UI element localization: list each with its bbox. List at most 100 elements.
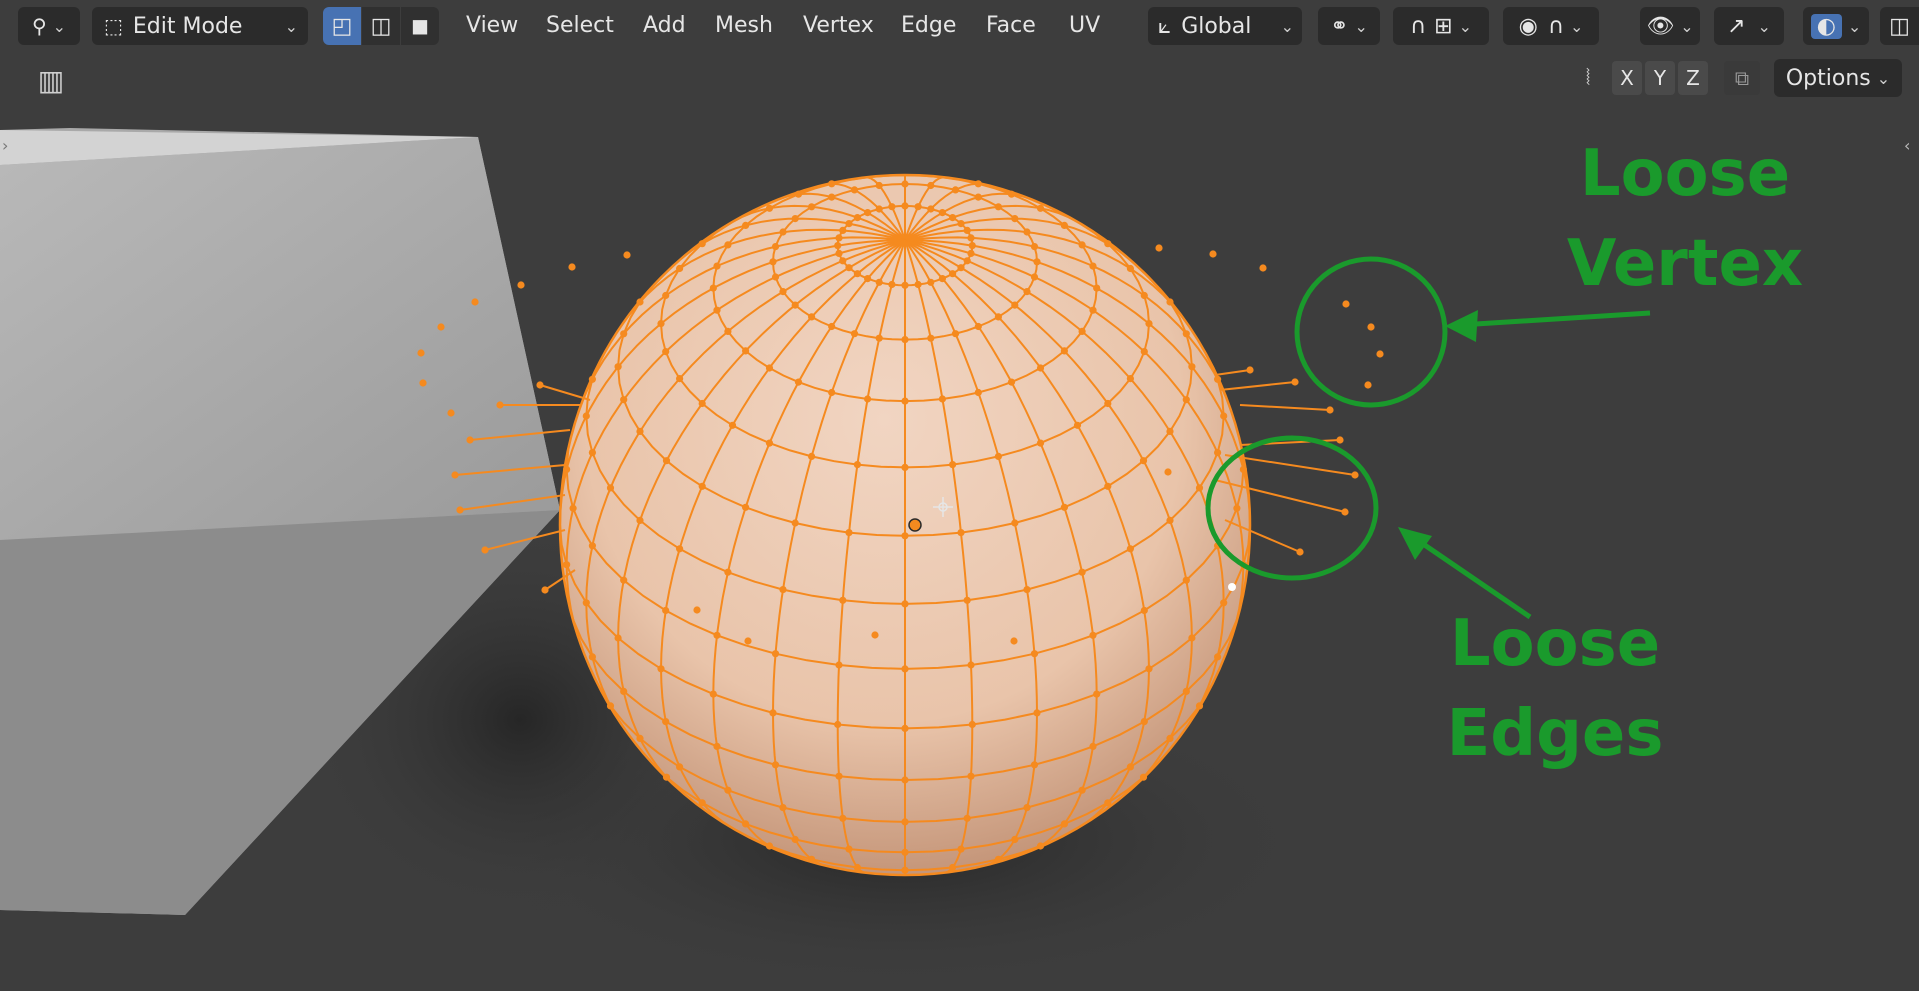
mesh-vertex bbox=[1126, 545, 1134, 553]
options-dropdown[interactable]: Options ⌄ bbox=[1774, 59, 1902, 97]
mesh-vertex bbox=[1036, 204, 1045, 212]
mesh-vertex bbox=[967, 249, 975, 257]
mirror-z-toggle[interactable]: Z bbox=[1678, 61, 1708, 95]
mesh-vertex bbox=[657, 665, 665, 673]
mesh-vertex bbox=[614, 363, 622, 371]
mesh-vertex bbox=[1188, 363, 1196, 371]
menu-face[interactable]: Face bbox=[986, 10, 1036, 42]
mesh-vertex bbox=[582, 599, 590, 607]
mesh-vertex bbox=[1239, 465, 1247, 473]
mesh-vertex bbox=[765, 204, 774, 212]
editor-type-button[interactable]: ⚲ ⌄ bbox=[18, 7, 80, 45]
mesh-vertex bbox=[1182, 330, 1190, 338]
mesh-vertex bbox=[620, 396, 628, 404]
mesh-vertex bbox=[901, 180, 909, 188]
mesh-vertex bbox=[834, 242, 842, 250]
mesh-vertex bbox=[1188, 634, 1196, 642]
proportional-edit-controls[interactable]: ◉ ∩ ⌄ bbox=[1503, 7, 1599, 45]
vertex-select-button[interactable]: ◰ bbox=[323, 7, 361, 45]
loose-vertex bbox=[568, 263, 576, 271]
toolshelf-toggle-icon[interactable]: › bbox=[2, 136, 8, 155]
edge-select-button[interactable]: ◫ bbox=[362, 7, 400, 45]
loose-edge-vertex bbox=[1246, 366, 1254, 374]
mesh-vertex bbox=[713, 262, 721, 270]
mesh-vertex bbox=[808, 203, 816, 211]
chevron-down-icon: ⌄ bbox=[1569, 16, 1584, 36]
mesh-vertex bbox=[835, 234, 843, 242]
overlay-toggle[interactable]: ◐ ⌄ bbox=[1803, 7, 1869, 45]
mesh-vertex bbox=[779, 586, 787, 594]
mesh-vertex bbox=[563, 561, 571, 569]
mirror-y-toggle[interactable]: Y bbox=[1645, 61, 1675, 95]
mesh-vertex bbox=[662, 606, 670, 615]
mesh-vertex bbox=[1145, 320, 1153, 328]
xray-toggle[interactable]: ◫ bbox=[1880, 7, 1919, 45]
snap-controls[interactable]: ∩ ⊞ ⌄ bbox=[1393, 7, 1489, 45]
loose-vertex bbox=[1259, 264, 1267, 272]
mesh-vertex bbox=[779, 228, 787, 236]
mesh-vertex bbox=[974, 193, 982, 201]
mesh-vertex bbox=[791, 519, 799, 527]
mesh-vertex bbox=[949, 461, 957, 469]
menu-mesh[interactable]: Mesh bbox=[715, 10, 773, 42]
mesh-vertex bbox=[938, 275, 947, 283]
menu-view[interactable]: View bbox=[466, 10, 518, 42]
mode-dropdown[interactable]: ⬚ Edit Mode ⌄ bbox=[92, 7, 308, 45]
mesh-vertex bbox=[1089, 262, 1097, 270]
loose-edge-vertex bbox=[1296, 548, 1304, 556]
mesh-vertex bbox=[938, 395, 947, 403]
loose-vertex bbox=[1367, 323, 1375, 331]
transform-orientation-dropdown[interactable]: ⟀ Global ⌄ bbox=[1148, 7, 1302, 45]
menu-uv[interactable]: UV bbox=[1069, 10, 1100, 42]
mesh-vertex bbox=[828, 193, 836, 201]
toolbar-tool-icon[interactable]: ▥ bbox=[28, 58, 74, 102]
mesh-vertex bbox=[839, 814, 847, 822]
loose-vertex bbox=[744, 637, 752, 645]
mesh-vertex bbox=[875, 205, 883, 213]
mesh-vertex bbox=[620, 687, 628, 696]
mesh-vertex bbox=[901, 397, 909, 405]
mirror-x-toggle[interactable]: X bbox=[1612, 61, 1642, 95]
mesh-vertex bbox=[974, 180, 982, 188]
mesh-vertex bbox=[927, 205, 935, 213]
mesh-vertex bbox=[1030, 273, 1039, 281]
menu-edge[interactable]: Edge bbox=[901, 10, 956, 42]
mesh-vertex bbox=[1126, 763, 1134, 771]
chevron-down-icon: ⌄ bbox=[52, 16, 67, 36]
pivot-point-dropdown[interactable]: ⚭ ⌄ bbox=[1318, 7, 1380, 45]
visibility-dropdown[interactable]: 👁 ⌄ bbox=[1640, 7, 1700, 45]
mesh-vertex bbox=[676, 264, 684, 273]
loose-edges-line2: Edges bbox=[1446, 697, 1664, 771]
mesh-vertex bbox=[901, 281, 909, 289]
mesh-vertex bbox=[606, 702, 615, 710]
auto-merge-toggle[interactable]: ⧉ bbox=[1724, 61, 1760, 95]
mesh-vertex bbox=[563, 465, 571, 473]
menu-select[interactable]: Select bbox=[546, 10, 614, 42]
mesh-vertex bbox=[901, 848, 909, 856]
mesh-vertex bbox=[662, 348, 670, 356]
mesh-vertex bbox=[1089, 306, 1097, 314]
mesh-vertex bbox=[835, 249, 843, 257]
mesh-vertex bbox=[949, 270, 957, 278]
face-select-button[interactable]: ◼ bbox=[401, 7, 439, 45]
menu-vertex[interactable]: Vertex bbox=[803, 10, 874, 42]
mesh-vertex bbox=[853, 270, 862, 278]
mesh-vertex bbox=[1139, 457, 1148, 465]
mesh-vertex bbox=[636, 298, 644, 306]
chevron-down-icon: ⌄ bbox=[1876, 68, 1891, 88]
menu-add[interactable]: Add bbox=[643, 10, 686, 42]
mesh-vertex bbox=[724, 786, 732, 794]
chevron-down-icon: ⌄ bbox=[1847, 16, 1862, 36]
mesh-vertex bbox=[662, 291, 670, 300]
mesh-vertex bbox=[1214, 449, 1222, 457]
mirror-options[interactable]: ⦚ bbox=[1570, 61, 1606, 95]
gizmo-toggle[interactable]: ↗ ⌄ bbox=[1714, 7, 1784, 45]
mesh-vertex bbox=[791, 215, 799, 223]
edge-select-icon: ◫ bbox=[370, 13, 392, 39]
mesh-vertex bbox=[606, 484, 615, 492]
sidebar-toggle-icon[interactable]: ‹ bbox=[1904, 136, 1910, 155]
loose-edge-vertex bbox=[466, 436, 474, 444]
mesh-vertex bbox=[742, 503, 750, 511]
mesh-vertex bbox=[724, 568, 732, 576]
mesh-vertex bbox=[676, 763, 684, 771]
